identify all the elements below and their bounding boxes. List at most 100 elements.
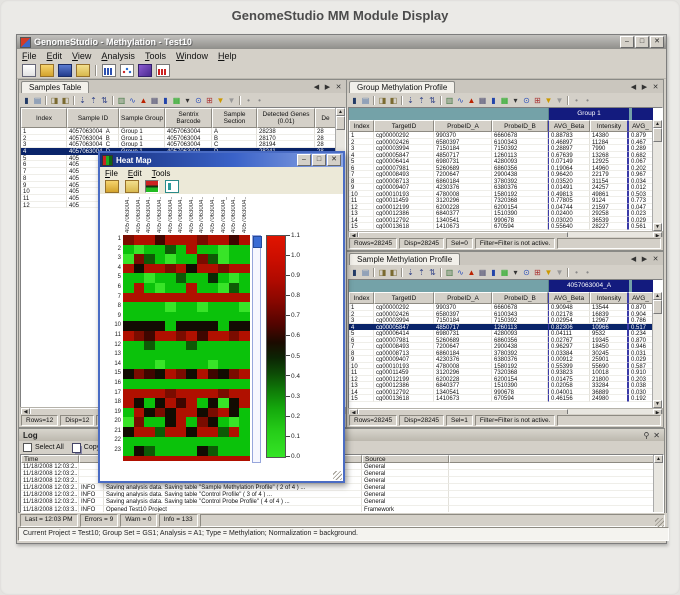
import-columns-icon[interactable]: ◨ (378, 95, 388, 106)
table-row[interactable]: 15cg0001361814106736705940.55640282270.5… (349, 223, 653, 230)
scroll-thumb[interactable] (653, 300, 662, 314)
heatmap-cell[interactable] (176, 312, 187, 322)
heatmap-cell[interactable] (176, 321, 187, 331)
heatmap-cell[interactable] (229, 446, 240, 456)
heatmap-cell[interactable] (176, 360, 187, 370)
new-folder-icon[interactable] (76, 64, 90, 77)
copy-image-icon[interactable] (165, 180, 179, 193)
copy-icon[interactable]: ▤ (361, 95, 371, 106)
bar-plot-icon[interactable]: ▮ (161, 95, 171, 106)
line-plot-icon[interactable]: ∿ (128, 95, 138, 106)
heatmap-cell[interactable] (134, 312, 145, 322)
heatmap-cell[interactable] (208, 321, 219, 331)
menu-window[interactable]: Window (171, 51, 213, 61)
heatmap-titlebar[interactable]: Heat Map (100, 153, 343, 167)
heatmap-cell[interactable] (165, 283, 176, 293)
heatmap-cell[interactable] (155, 283, 166, 293)
heatmap-cell[interactable] (197, 417, 208, 427)
open-project-icon[interactable] (40, 64, 54, 77)
scroll-up-icon[interactable] (654, 455, 663, 463)
heatmap-cell[interactable] (218, 456, 229, 461)
heatmap-cell[interactable] (123, 369, 134, 379)
heatmap-cell[interactable] (239, 283, 250, 293)
heatmap-cell[interactable] (218, 321, 229, 331)
heatmap-cell[interactable] (218, 379, 229, 389)
heatmap-cell[interactable] (144, 408, 155, 418)
heatmap-cell[interactable] (197, 360, 208, 370)
filter-icon[interactable]: ▼ (544, 267, 554, 278)
tab-group-methylation-profile[interactable]: Group Methylation Profile (349, 81, 455, 93)
heatmap-cell[interactable] (186, 398, 197, 408)
pin-column-icon[interactable]: • (572, 267, 582, 278)
heatmap-cell[interactable] (186, 245, 197, 255)
heatmap-cell[interactable] (239, 417, 250, 427)
heatmap-cell[interactable] (186, 350, 197, 360)
heatmap-cell[interactable] (165, 293, 176, 303)
sort-descending-icon[interactable]: ⇡ (417, 267, 427, 278)
heatmap-cell[interactable] (208, 360, 219, 370)
new-column-icon[interactable]: ▮ (22, 95, 32, 106)
heatmap-cell[interactable] (229, 235, 240, 245)
heatmap-cell[interactable] (186, 341, 197, 351)
column-header[interactable]: Index (349, 292, 374, 304)
heatmap-cell[interactable] (123, 350, 134, 360)
heatmap-cell[interactable] (155, 321, 166, 331)
heatmap-cell[interactable] (123, 264, 134, 274)
menu-view[interactable]: View (67, 51, 96, 61)
column-header[interactable]: Index (349, 120, 374, 132)
heatmap-cell[interactable] (123, 321, 134, 331)
heatmap-cell[interactable] (155, 456, 166, 461)
scroll-thumb[interactable] (653, 128, 662, 142)
heatmap-cell[interactable] (186, 360, 197, 370)
heatmap-cell[interactable] (239, 321, 250, 331)
heatmap-cell[interactable] (165, 417, 176, 427)
heatmap-cell[interactable] (176, 264, 187, 274)
heatmap-cell[interactable] (144, 245, 155, 255)
heatmap-cell[interactable] (155, 331, 166, 341)
tab-scroll-right-icon[interactable] (640, 83, 649, 91)
heatmap-cell[interactable] (197, 264, 208, 274)
sort-descending-icon[interactable]: ⇡ (417, 95, 427, 106)
sort-descending-icon[interactable]: ⇡ (89, 95, 99, 106)
add-table-icon[interactable]: ⊞ (533, 267, 543, 278)
new-column-icon[interactable]: ▮ (350, 95, 360, 106)
heatmap-cell[interactable] (165, 446, 176, 456)
open-icon[interactable] (105, 180, 119, 193)
heatmap-cell[interactable] (176, 302, 187, 312)
heatmap-cell[interactable] (165, 321, 176, 331)
heatmap-cell[interactable] (176, 398, 187, 408)
heatmap-cell[interactable] (144, 302, 155, 312)
filter-icon[interactable]: ▼ (544, 95, 554, 106)
heatmap-cell[interactable] (229, 321, 240, 331)
heatmap-cell[interactable] (123, 360, 134, 370)
zoom-icon[interactable]: ⊙ (194, 95, 204, 106)
zoom-icon[interactable]: ⊙ (522, 95, 532, 106)
heatmap-cell[interactable] (123, 427, 134, 437)
heatmap-cell[interactable] (229, 293, 240, 303)
tab-close-icon[interactable]: ✕ (651, 255, 660, 263)
heatmap-cell[interactable] (155, 446, 166, 456)
heatmap-cell[interactable] (218, 350, 229, 360)
sort-ascending-icon[interactable]: ⇣ (78, 95, 88, 106)
heatmap-cell[interactable] (123, 341, 134, 351)
heatmap-cell[interactable] (218, 273, 229, 283)
heatmap-cell[interactable] (144, 437, 155, 447)
heatmap-cell[interactable] (165, 437, 176, 447)
heatmap-cell[interactable] (197, 273, 208, 283)
heatmap-cell[interactable] (123, 245, 134, 255)
tab-close-icon[interactable]: ✕ (651, 83, 660, 91)
heatmap-cell[interactable] (144, 264, 155, 274)
menu-help[interactable]: Help (213, 51, 242, 61)
heatmap-cell[interactable] (144, 427, 155, 437)
pin-icon[interactable]: ⚲ (643, 431, 649, 440)
heatmap-cell[interactable] (197, 446, 208, 456)
heatmap-cell[interactable] (229, 408, 240, 418)
heatmap-cell[interactable] (165, 456, 176, 461)
image-plot-icon[interactable]: ▥ (117, 95, 127, 106)
heatmap-cell[interactable] (186, 389, 197, 399)
heatmap-cell[interactable] (239, 302, 250, 312)
heatmap-cell[interactable] (155, 360, 166, 370)
heatmap-cell[interactable] (176, 389, 187, 399)
heatmap-cell[interactable] (186, 283, 197, 293)
heatmap-cell[interactable] (165, 408, 176, 418)
